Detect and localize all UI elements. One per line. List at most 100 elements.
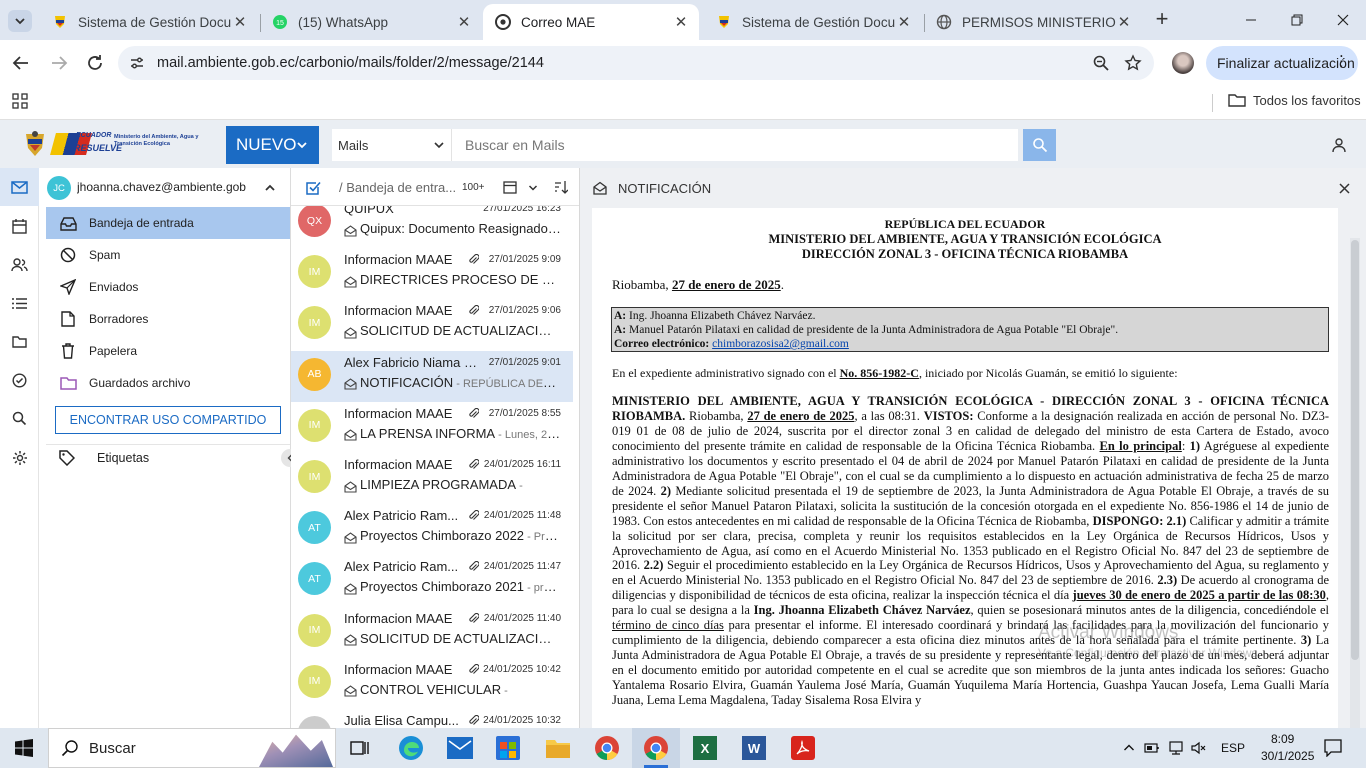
update-button[interactable]: Finalizar actualización ⋮ — [1206, 46, 1358, 80]
store-icon[interactable] — [496, 736, 520, 760]
search-icon[interactable] — [10, 409, 29, 428]
new-button[interactable]: NUEVO — [226, 126, 319, 164]
email-label: Correo electrónico: — [614, 338, 710, 350]
tab-search-button[interactable] — [8, 10, 32, 32]
inspector-name: Ing. Jhoanna Elizabeth Chávez Narváez — [753, 603, 971, 618]
attachment-icon — [468, 304, 480, 319]
close-tab-icon[interactable]: ✕ — [673, 13, 689, 31]
forward-button[interactable] — [48, 52, 70, 74]
network-icon[interactable] — [1167, 741, 1185, 755]
envelope-open-icon — [593, 181, 607, 195]
apps-grid-icon[interactable] — [12, 93, 28, 112]
search-scope-select[interactable]: Mails — [332, 129, 452, 161]
windows-start-button[interactable] — [0, 728, 48, 768]
message-list-header: / Bandeja de entra... 100+ — [291, 168, 579, 206]
browser-tab-1[interactable]: Sistema de Gestión Docume ✕ — [40, 4, 258, 40]
message-row[interactable]: IM Informacion MAAE 24/01/2025 16:11 LIMPIE… — [291, 453, 573, 504]
search-button[interactable] — [1023, 129, 1056, 161]
vistos-label: VISTOS: — [923, 408, 974, 423]
item-number: 3) — [1300, 633, 1312, 648]
settings-gear-icon[interactable] — [10, 448, 29, 467]
message-row[interactable]: IM Informacion MAAE 24/01/2025 11:40 SOLICI… — [291, 607, 573, 658]
user-icon[interactable] — [1331, 137, 1347, 156]
notification-icon[interactable] — [1324, 739, 1342, 757]
profile-avatar[interactable] — [1172, 52, 1194, 74]
watermark-title: Activar Windows — [1038, 622, 1179, 643]
clock-date[interactable]: 30/1/2025 — [1261, 749, 1314, 763]
minimize-button[interactable] — [1228, 0, 1274, 40]
calendar-icon[interactable] — [10, 217, 29, 236]
close-tab-icon[interactable]: ✕ — [232, 13, 248, 31]
folder-spam[interactable]: Spam — [46, 239, 290, 271]
restore-button[interactable] — [1274, 0, 1320, 40]
browser-tab-5[interactable]: PERMISOS MINISTERIO ✕ — [924, 4, 1142, 40]
taskbar-search-box[interactable]: Buscar — [48, 728, 336, 768]
folder-sent[interactable]: Enviados — [46, 271, 290, 303]
files-icon[interactable] — [10, 332, 29, 351]
battery-icon[interactable] — [1144, 742, 1160, 754]
recipient-email-link[interactable]: chimborazosisa2@gmail.com — [712, 338, 849, 350]
reading-scrollbar[interactable] — [1350, 238, 1360, 728]
find-shares-button[interactable]: ENCONTRAR USO COMPARTIDO — [55, 406, 281, 434]
view-layout-icon[interactable] — [503, 181, 517, 194]
new-tab-button[interactable]: + — [1150, 8, 1174, 32]
message-title: NOTIFICACIÓN — [618, 180, 712, 196]
contacts-icon[interactable] — [10, 255, 29, 274]
check-circle-icon[interactable] — [10, 371, 29, 390]
clock-time[interactable]: 8:09 — [1271, 732, 1294, 746]
message-row[interactable]: IM Informacion MAAE 24/01/2025 10:42 CONTRO… — [291, 658, 573, 709]
file-explorer-icon[interactable] — [545, 737, 571, 759]
address-bar[interactable]: mail.ambiente.gob.ec/carbonio/mails/fold… — [118, 46, 1154, 80]
message-row[interactable]: AT Alex Patricio Ram... 24/01/2025 11:47 Pr… — [291, 555, 573, 606]
select-all-checkbox-icon[interactable] — [305, 180, 321, 196]
word-icon[interactable]: W — [742, 736, 766, 760]
chevron-up-icon[interactable] — [1123, 742, 1135, 754]
mail-icon[interactable] — [10, 178, 29, 197]
folder-drafts[interactable]: Borradores — [46, 303, 290, 335]
message-row[interactable]: IM Informacion MAAE 27/01/2025 9:06 SOLICIT… — [291, 299, 573, 350]
language-indicator[interactable]: ESP — [1221, 741, 1245, 755]
folder-archive[interactable]: Guardados archivo — [46, 367, 290, 399]
pdf-reader-icon[interactable] — [791, 736, 815, 760]
folder-inbox[interactable]: Bandeja de entrada — [46, 207, 290, 239]
message-row[interactable]: IM Informacion MAAE 27/01/2025 9:09 DIRECTR… — [291, 248, 573, 299]
edge-icon[interactable] — [398, 735, 424, 761]
close-tab-icon[interactable]: ✕ — [456, 13, 472, 31]
all-bookmarks-button[interactable]: Todos los favoritos — [1228, 92, 1361, 108]
close-window-button[interactable] — [1320, 0, 1366, 40]
chrome-icon[interactable] — [643, 735, 669, 761]
sort-icon[interactable] — [554, 180, 568, 194]
sender-name: Informacion MAAE — [344, 405, 453, 421]
browser-tab-4[interactable]: Sistema de Gestión Docume ✕ — [704, 4, 922, 40]
envelope-open-icon — [344, 685, 357, 698]
message-row[interactable]: AB Alex Fabricio Niama B... 27/01/2025 9:0… — [291, 350, 573, 402]
tasks-list-icon[interactable] — [10, 294, 29, 313]
tags-section[interactable]: Etiquetas — [59, 448, 149, 468]
back-button[interactable] — [10, 52, 32, 74]
intro-text: En el expediente administrativo signado … — [612, 366, 840, 380]
search-input[interactable]: Buscar en Mails — [452, 129, 1018, 161]
browser-tab-3[interactable]: Correo MAE ✕ — [483, 4, 699, 40]
chevron-up-icon[interactable] — [264, 182, 276, 194]
close-tab-icon[interactable]: ✕ — [896, 13, 912, 31]
site-info-icon[interactable] — [129, 55, 145, 74]
browser-tab-2[interactable]: 15 (15) WhatsApp ✕ — [260, 4, 482, 40]
reload-button[interactable] — [84, 52, 106, 74]
excel-icon[interactable]: X — [693, 736, 717, 760]
account-header[interactable]: JC jhoanna.chavez@ambiente.gob... — [39, 168, 291, 206]
folder-trash[interactable]: Papelera — [46, 335, 290, 367]
task-view-icon[interactable] — [350, 739, 370, 757]
subject-text: SOLICITUD DE ACTUALIZACIÓN ... — [360, 630, 561, 646]
chrome-icon[interactable] — [594, 735, 620, 761]
zoom-icon[interactable] — [1092, 54, 1110, 75]
close-icon[interactable] — [1339, 183, 1350, 194]
chevron-down-icon[interactable] — [528, 183, 538, 193]
mail-app-icon[interactable] — [447, 737, 473, 759]
close-tab-icon[interactable]: ✕ — [1116, 13, 1132, 31]
sender-initials: IM — [308, 470, 321, 483]
volume-muted-icon[interactable] — [1191, 741, 1207, 755]
bookmark-star-icon[interactable] — [1124, 54, 1142, 75]
message-row[interactable]: Julia Elisa Campu... 24/01/2025 10:32 — [291, 709, 573, 728]
message-row[interactable]: IM Informacion MAAE 27/01/2025 8:55 LA PREN… — [291, 402, 573, 453]
message-row[interactable]: AT Alex Patricio Ram... 24/01/2025 11:48 Pr… — [291, 504, 573, 555]
